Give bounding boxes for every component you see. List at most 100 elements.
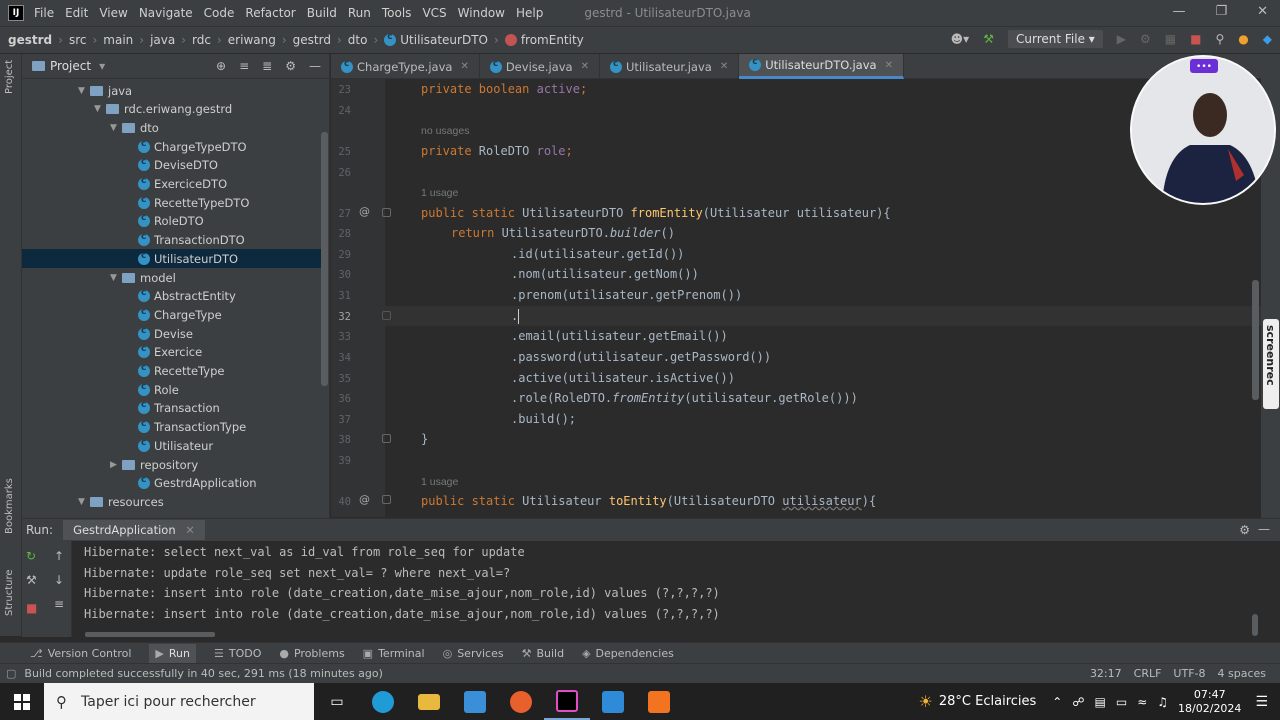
tree-item[interactable]: ▼ java — [22, 81, 322, 100]
tree-item[interactable]: ExerciceDTO — [22, 175, 322, 194]
override-marker-icon[interactable]: @ — [359, 205, 370, 218]
breadcrumb-item[interactable]: UtilisateurDTO — [384, 32, 488, 47]
menu-item-tools[interactable]: Tools — [382, 6, 412, 20]
menu-item-navigate[interactable]: Navigate — [139, 6, 193, 20]
chevron-down-icon[interactable]: ▼ — [94, 104, 106, 114]
fold-icon[interactable] — [382, 434, 391, 443]
tree-item[interactable]: Utilisateur — [22, 436, 322, 455]
arrow-down-icon[interactable]: ↓ — [54, 573, 64, 587]
minimize-icon[interactable]: — — [1172, 4, 1185, 19]
breadcrumb-item[interactable]: dto — [348, 33, 368, 47]
arrow-up-icon[interactable]: ↑ — [54, 549, 64, 563]
editor-scrollbar[interactable] — [1252, 280, 1259, 400]
code-editor[interactable]: 23 24 25 26 27 28 29 30 31 32 33 34 35 36 37 38 39 40 @ @… — [331, 79, 1261, 517]
tree-item[interactable]: GestrdApplication — [22, 474, 322, 493]
breadcrumb-item[interactable]: gestrd — [293, 33, 331, 47]
close-tab-icon[interactable]: ✕ — [581, 61, 589, 72]
hammer-icon[interactable]: ⚒ — [983, 32, 994, 46]
file-encoding[interactable]: UTF-8 — [1173, 667, 1205, 680]
menu-item-code[interactable]: Code — [204, 6, 235, 20]
tree-item[interactable]: AbstractEntity — [22, 287, 322, 306]
bookmarks-tool-label[interactable]: Bookmarks — [4, 478, 15, 534]
usage-hint[interactable]: no usages — [421, 125, 469, 137]
tool-tab-dependencies[interactable]: ◈ Dependencies — [582, 647, 674, 660]
tool-tab-services[interactable]: ◎ Services — [443, 647, 504, 660]
editor-tab[interactable]: UtilisateurDTO.java✕ — [739, 54, 904, 79]
tree-item[interactable]: Exercice — [22, 343, 322, 362]
maximize-icon[interactable]: ❐ — [1215, 4, 1227, 19]
tree-item[interactable]: ▼ rdc.eriwang.gestrd — [22, 100, 322, 119]
override-marker-icon[interactable]: @ — [359, 493, 370, 506]
tool-tab-build[interactable]: ⚒ Build — [522, 647, 565, 660]
run-tab[interactable]: GestrdApplication ✕ — [63, 520, 205, 540]
chevron-right-icon[interactable]: ▶ — [110, 460, 122, 470]
clock[interactable]: 07:47 18/02/2024 — [1178, 688, 1241, 716]
tree-item[interactable]: DeviseDTO — [22, 156, 322, 175]
line-separator[interactable]: CRLF — [1134, 667, 1162, 680]
breadcrumb-item[interactable]: rdc — [192, 33, 211, 47]
console-h-scrollbar[interactable] — [85, 632, 215, 637]
tree-item[interactable]: Role — [22, 380, 322, 399]
wifi-icon[interactable]: ≈ — [1137, 695, 1147, 709]
tree-item[interactable]: UtilisateurDTO — [22, 249, 322, 269]
chevron-down-icon[interactable]: ▼ — [78, 497, 90, 507]
weather-text[interactable]: 28°C Eclaircies — [939, 694, 1036, 709]
tree-item[interactable]: ▼ resources — [22, 492, 322, 511]
breadcrumb-item[interactable]: fromEntity — [504, 33, 584, 47]
project-tool-label[interactable]: Project — [4, 60, 15, 94]
breadcrumb-item[interactable]: eriwang — [228, 33, 276, 47]
tree-item[interactable]: ChargeTypeDTO — [22, 137, 322, 156]
breadcrumb-item[interactable]: gestrd — [8, 33, 52, 47]
run-console[interactable]: Hibernate: select next_val as id_val fro… — [72, 541, 1262, 637]
tree-item[interactable]: TransactionType — [22, 418, 322, 437]
tree-item[interactable]: Transaction — [22, 399, 322, 418]
tree-item[interactable]: RecetteTypeDTO — [22, 193, 322, 212]
close-icon[interactable]: ✕ — [1257, 4, 1268, 19]
tree-item[interactable]: Devise — [22, 324, 322, 343]
menu-item-edit[interactable]: Edit — [65, 6, 88, 20]
stop-icon[interactable]: ■ — [26, 601, 37, 615]
breadcrumb-item[interactable]: src — [69, 33, 87, 47]
search-icon[interactable]: ⚲ — [1215, 32, 1224, 46]
tree-item[interactable]: RoleDTO — [22, 212, 322, 231]
menu-item-view[interactable]: View — [99, 6, 127, 20]
screenrec-badge[interactable]: screenrec — [1263, 319, 1279, 409]
menu-item-window[interactable]: Window — [458, 6, 505, 20]
tree-item[interactable]: ▼ dto — [22, 118, 322, 137]
expand-all-icon[interactable]: ≡ — [239, 59, 249, 73]
display-icon[interactable]: ▤ — [1095, 695, 1106, 709]
chevron-up-icon[interactable]: ⌃ — [1052, 695, 1062, 709]
chevron-down-icon[interactable]: ▼ — [78, 86, 90, 96]
chevron-down-icon[interactable]: ▾ — [99, 59, 105, 73]
gear-icon[interactable]: ⚙ — [1239, 523, 1250, 537]
windows-start-icon[interactable] — [0, 683, 44, 720]
menu-item-refactor[interactable]: Refactor — [245, 6, 295, 20]
update-icon[interactable]: ● — [1238, 32, 1248, 46]
close-tab-icon[interactable]: ✕ — [885, 60, 893, 71]
gear-icon[interactable]: ⚙ — [285, 59, 296, 73]
xampp-icon[interactable] — [636, 683, 682, 720]
locate-icon[interactable]: ⊕ — [216, 59, 226, 73]
coverage-icon[interactable]: ▦ — [1165, 32, 1176, 46]
intellij-taskbar-icon[interactable] — [544, 683, 590, 720]
taskbar-search-input[interactable]: ⚲ Taper ici pour rechercher — [44, 683, 314, 720]
menu-item-vcs[interactable]: VCS — [422, 6, 446, 20]
tool-tab-problems[interactable]: ● Problems — [279, 647, 344, 660]
fold-icon[interactable] — [382, 495, 391, 504]
console-v-scrollbar[interactable] — [1252, 614, 1258, 636]
tool-tab-run[interactable]: ▶ Run — [149, 644, 196, 663]
hide-icon[interactable]: — — [309, 59, 321, 73]
paint-icon[interactable] — [590, 683, 636, 720]
usage-hint[interactable]: 1 usage — [421, 187, 458, 199]
stop-icon[interactable]: ■ — [1190, 32, 1201, 46]
run-config-select[interactable]: Current File ▾ — [1007, 30, 1103, 48]
tree-item[interactable]: RecetteType — [22, 362, 322, 381]
breadcrumb-item[interactable]: main — [103, 33, 133, 47]
tree-item[interactable]: TransactionDTO — [22, 231, 322, 250]
task-view-icon[interactable]: ▭ — [314, 683, 360, 720]
editor-tab[interactable]: Utilisateur.java✕ — [600, 54, 740, 79]
collapse-all-icon[interactable]: ≣ — [262, 59, 272, 73]
menu-item-file[interactable]: File — [34, 6, 54, 20]
weather-icon[interactable]: ☀ — [919, 692, 933, 711]
close-tab-icon[interactable]: ✕ — [460, 61, 468, 72]
